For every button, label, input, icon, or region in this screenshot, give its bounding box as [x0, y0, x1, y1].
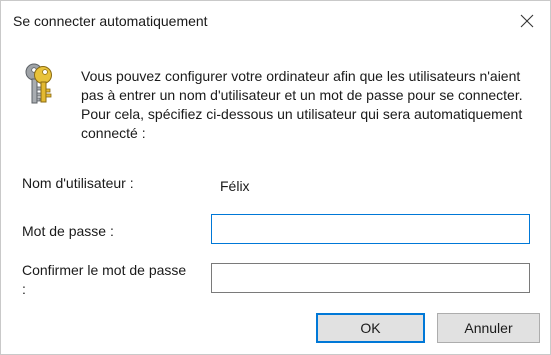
description-text: Vous pouvez configurer votre ordinateur …: [81, 68, 523, 141]
password-field[interactable]: [211, 214, 530, 244]
confirm-password-label: Confirmer le mot de passe :: [22, 262, 187, 297]
cancel-button[interactable]: Annuler: [437, 313, 540, 343]
close-icon: [520, 14, 534, 28]
password-label: Mot de passe :: [22, 223, 114, 239]
username-field[interactable]: [211, 168, 530, 198]
ok-button[interactable]: OK: [316, 313, 425, 343]
window-title: Se connecter automatiquement: [13, 13, 208, 29]
auto-logon-dialog: Se connecter automatiquement Vous pouvez…: [0, 0, 551, 355]
keys-icon: [21, 61, 61, 107]
username-label: Nom d'utilisateur :: [22, 175, 134, 191]
confirm-password-field[interactable]: [211, 263, 530, 293]
close-button[interactable]: [504, 1, 550, 41]
title-bar[interactable]: Se connecter automatiquement: [1, 1, 550, 41]
